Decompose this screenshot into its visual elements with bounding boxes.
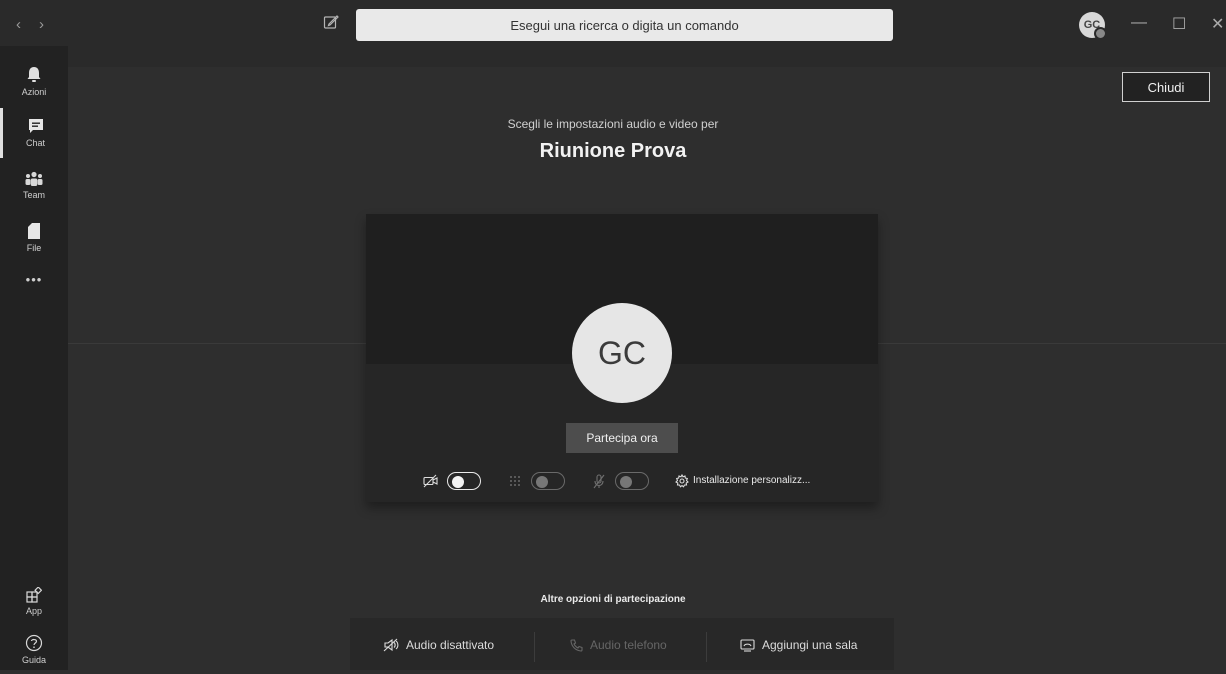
more-icon: ••• (25, 271, 43, 287)
sidebar-item-label: Guida (21, 654, 47, 665)
help-icon (25, 634, 43, 651)
search-input[interactable] (356, 9, 893, 41)
join-now-button[interactable]: Partecipa ora (566, 423, 678, 453)
preview-avatar-initials: GC (598, 334, 646, 371)
preview-avatar: GC (572, 303, 672, 403)
close-button[interactable]: Chiudi (1122, 72, 1210, 102)
option-separator (706, 632, 707, 662)
meeting-title: Riunione Prova (539, 140, 687, 162)
team-icon (25, 171, 43, 186)
user-avatar[interactable]: GC (1079, 12, 1107, 40)
mic-off-icon (593, 474, 605, 489)
presence-status-icon (1094, 27, 1107, 40)
other-options-heading: Altre opzioni di partecipazione (540, 594, 686, 605)
gear-icon[interactable] (675, 474, 689, 488)
sidebar-item-label: File (26, 242, 42, 253)
option-separator (534, 632, 535, 662)
custom-setup-link[interactable]: Installazione personalizz... (693, 475, 810, 486)
sidebar-item-label: Azioni (21, 86, 47, 97)
sidebar-item-label: App (25, 605, 42, 616)
other-options-bar: Audio disattivato Audio telefono Aggiung… (350, 618, 894, 670)
nav-arrows: ‹ › (16, 16, 44, 33)
minimize-icon[interactable]: — (1131, 14, 1147, 32)
forward-arrow-icon[interactable]: › (39, 16, 44, 33)
phone-audio-option[interactable]: Audio telefono (570, 638, 667, 652)
camera-toggle[interactable] (447, 472, 481, 490)
background-blur-icon (510, 476, 520, 486)
back-arrow-icon[interactable]: ‹ (16, 16, 21, 33)
add-room-option[interactable]: Aggiungi una sala (740, 638, 857, 652)
add-room-label: Aggiungi una sala (762, 638, 858, 652)
bell-icon (27, 66, 41, 82)
video-preview-panel: GC Partecipa ora Installazione personali… (366, 214, 878, 502)
audio-off-label: Audio disattivato (406, 638, 495, 652)
file-icon (28, 222, 40, 239)
title-bar: ‹ › GC — ☐ ✕ (0, 0, 1226, 67)
sidebar-item-teams[interactable]: Team (0, 160, 68, 210)
preview-controls: Installazione personalizz... (366, 469, 878, 495)
maximize-icon[interactable]: ☐ (1172, 14, 1186, 34)
compose-icon[interactable] (323, 14, 341, 32)
audio-off-option[interactable]: Audio disattivato (383, 638, 494, 652)
sidebar-item-label: Team (22, 189, 45, 200)
phone-audio-label: Audio telefono (590, 638, 667, 652)
microphone-toggle[interactable] (615, 472, 649, 490)
close-window-icon[interactable]: ✕ (1211, 14, 1224, 34)
page-subtitle: Scegli le impostazioni audio e video per (507, 117, 719, 131)
phone-icon (570, 638, 583, 652)
sidebar-item-more[interactable]: ••• (0, 254, 68, 304)
camera-off-icon (423, 474, 438, 488)
speaker-off-icon (383, 638, 399, 652)
sidebar-item-help[interactable]: Guida (0, 624, 68, 674)
sidebar-item-activity[interactable]: Azioni (0, 56, 68, 106)
background-blur-toggle[interactable] (531, 472, 565, 490)
room-icon (740, 638, 755, 652)
